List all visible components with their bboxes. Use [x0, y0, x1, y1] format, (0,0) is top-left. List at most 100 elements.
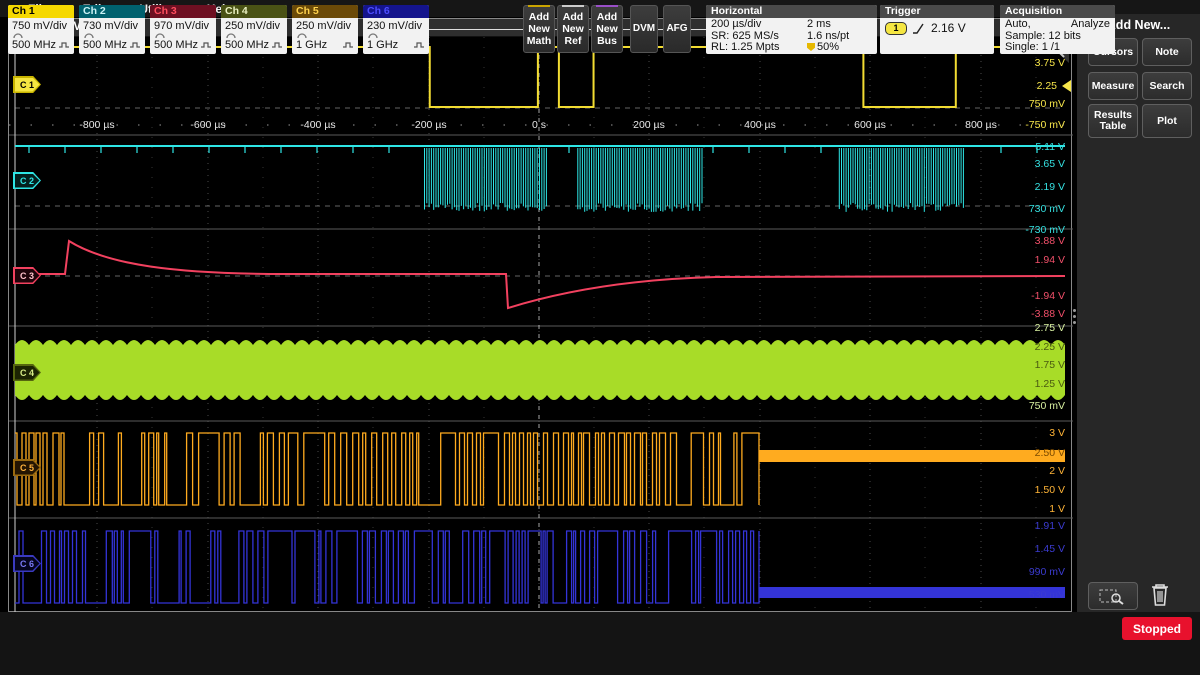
measure-button[interactable]: Measure [1088, 72, 1138, 100]
channel-badge-header: Ch 5 [292, 5, 358, 18]
time-tick: -400 µs [300, 119, 335, 131]
channel-scale: 230 mV/div [363, 18, 429, 32]
horizontal-window: 2 ms [807, 19, 872, 31]
trash-button[interactable] [1147, 580, 1183, 610]
scale-label: 1.45 V [1035, 543, 1065, 555]
horizontal-title: Horizontal [706, 5, 877, 18]
waveform-view[interactable]: Waveform View T -800 µs -600 µs -400 µs … [8, 18, 1072, 612]
afg-button[interactable]: AFG [663, 5, 691, 53]
scale-label: 750 mV [1029, 98, 1065, 110]
add-new-panel: Add New... Cursors Note Measure Search R… [1076, 14, 1200, 612]
channel-badge-ch4[interactable]: Ch 4 250 mV/div 500 MHz [221, 5, 287, 54]
channel-badge-ch2[interactable]: Ch 2 730 mV/div 500 MHz [79, 5, 145, 54]
channel-scale: 730 mV/div [79, 18, 145, 32]
time-tick: -200 µs [411, 119, 446, 131]
trigger-panel[interactable]: Trigger 1 2.16 V [880, 5, 994, 54]
scale-label: 1.75 V [1035, 359, 1065, 371]
time-tick: 200 µs [633, 119, 665, 131]
acquisition-single: Single: 1 /1 [1005, 42, 1110, 54]
plot-button[interactable]: Plot [1142, 104, 1192, 138]
bandwidth-label: 1 GHz [367, 39, 398, 51]
scale-label: 3.65 V [1035, 158, 1065, 170]
note-button[interactable]: Note [1142, 38, 1192, 66]
scale-label: 1.91 V [1035, 520, 1065, 532]
search-button[interactable]: Search [1142, 72, 1192, 100]
scale-label: 2.25 V [1035, 341, 1065, 353]
channel-scale: 750 mV/div [8, 18, 74, 32]
scale-label: 3.75 V [1035, 57, 1065, 69]
horizontal-scale: 200 µs/div [711, 19, 803, 31]
channel-scale: 250 mV/div [292, 18, 358, 32]
bandwidth-icon [272, 41, 283, 49]
zoom-tool-button[interactable] [1088, 582, 1138, 610]
bottom-bar [0, 612, 1200, 675]
scale-label: 730 mV [1029, 203, 1065, 215]
bus-color-stripe [596, 5, 618, 7]
bandwidth-label: 500 MHz [154, 39, 198, 51]
time-tick: 400 µs [744, 119, 776, 131]
bandwidth-icon [130, 41, 141, 49]
channel-badge-header: Ch 1 [8, 5, 74, 18]
trigger-source-badge: 1 [885, 22, 907, 35]
channel-badge-header: Ch 6 [363, 5, 429, 18]
time-tick: 800 µs [965, 119, 997, 131]
channel-scale: 970 mV/div [150, 18, 216, 32]
channel-badge-ch6[interactable]: Ch 6 230 mV/div 1 GHz [363, 5, 429, 54]
scale-label: 2.25 [1037, 80, 1057, 92]
scale-label: -1.94 V [1031, 290, 1065, 302]
channel-badge-header: Ch 3 [150, 5, 216, 18]
acquisition-analyze: Analyze [1071, 19, 1110, 31]
scale-label: 1.94 V [1035, 254, 1065, 266]
bandwidth-label: 1 GHz [296, 39, 327, 51]
scale-label: 750 mV [1029, 400, 1065, 412]
time-tick: -600 µs [190, 119, 225, 131]
scale-label: 990 mV [1029, 566, 1065, 578]
scale-label: 2 V [1049, 465, 1065, 477]
scale-label: 3.88 V [1035, 235, 1065, 247]
channel-badge-header: Ch 2 [79, 5, 145, 18]
bandwidth-icon [414, 41, 425, 49]
bandwidth-icon [201, 41, 212, 49]
acquisition-mode: Auto, [1005, 19, 1031, 31]
horizontal-panel[interactable]: Horizontal 200 µs/div 2 ms SR: 625 MS/s … [706, 5, 877, 54]
channel-badge-ch5[interactable]: Ch 5 250 mV/div 1 GHz [292, 5, 358, 54]
scale-label: 2.75 V [1035, 322, 1065, 334]
acquisition-title: Acquisition [1000, 5, 1115, 18]
trigger-title: Trigger [880, 5, 994, 18]
time-tick: 600 µs [854, 119, 886, 131]
channel-badge-header: Ch 4 [221, 5, 287, 18]
bandwidth-label: 500 MHz [225, 39, 269, 51]
ref-color-stripe [562, 5, 584, 7]
add-new-math-button[interactable]: Add New Math [523, 5, 555, 53]
bandwidth-icon [59, 41, 70, 49]
time-tick: 0 s [532, 119, 546, 131]
scale-label: 1.25 V [1035, 378, 1065, 390]
acquisition-panel[interactable]: Acquisition Auto, Analyze Sample: 12 bit… [1000, 5, 1115, 54]
scale-label: -3.88 V [1031, 308, 1065, 320]
add-new-bus-button[interactable]: Add New Bus [591, 5, 623, 53]
time-tick: -800 µs [79, 119, 114, 131]
scale-label: 1 V [1049, 503, 1065, 515]
scale-label: 5.11 V [1035, 141, 1065, 153]
position-flag-icon [807, 43, 815, 51]
run-stop-status-button[interactable]: Stopped [1122, 617, 1192, 640]
horizontal-position: 50% [807, 42, 872, 54]
channel-badge-ch1[interactable]: Ch 1 750 mV/div 500 MHz [8, 5, 74, 54]
results-table-button[interactable]: Results Table [1088, 104, 1138, 138]
ch1-reference-arrow-icon[interactable] [1062, 80, 1071, 92]
scale-label: -750 mV [1025, 119, 1065, 131]
scale-label: 2.50 V [1035, 447, 1065, 459]
bandwidth-label: 500 MHz [83, 39, 127, 51]
channel-badge-ch3[interactable]: Ch 3 970 mV/div 500 MHz [150, 5, 216, 54]
dvm-button[interactable]: DVM [630, 5, 658, 53]
scale-label: 1.50 V [1035, 484, 1065, 496]
zoom-box-icon [1098, 587, 1128, 605]
trigger-level: 2.16 V [931, 23, 966, 35]
record-length: RL: 1.25 Mpts [711, 42, 803, 54]
scale-label: 2.19 V [1035, 181, 1065, 193]
math-color-stripe [528, 5, 550, 7]
rising-edge-icon [912, 22, 926, 35]
add-new-ref-button[interactable]: Add New Ref [557, 5, 589, 53]
channel-scale: 250 mV/div [221, 18, 287, 32]
trash-icon [1147, 580, 1173, 608]
